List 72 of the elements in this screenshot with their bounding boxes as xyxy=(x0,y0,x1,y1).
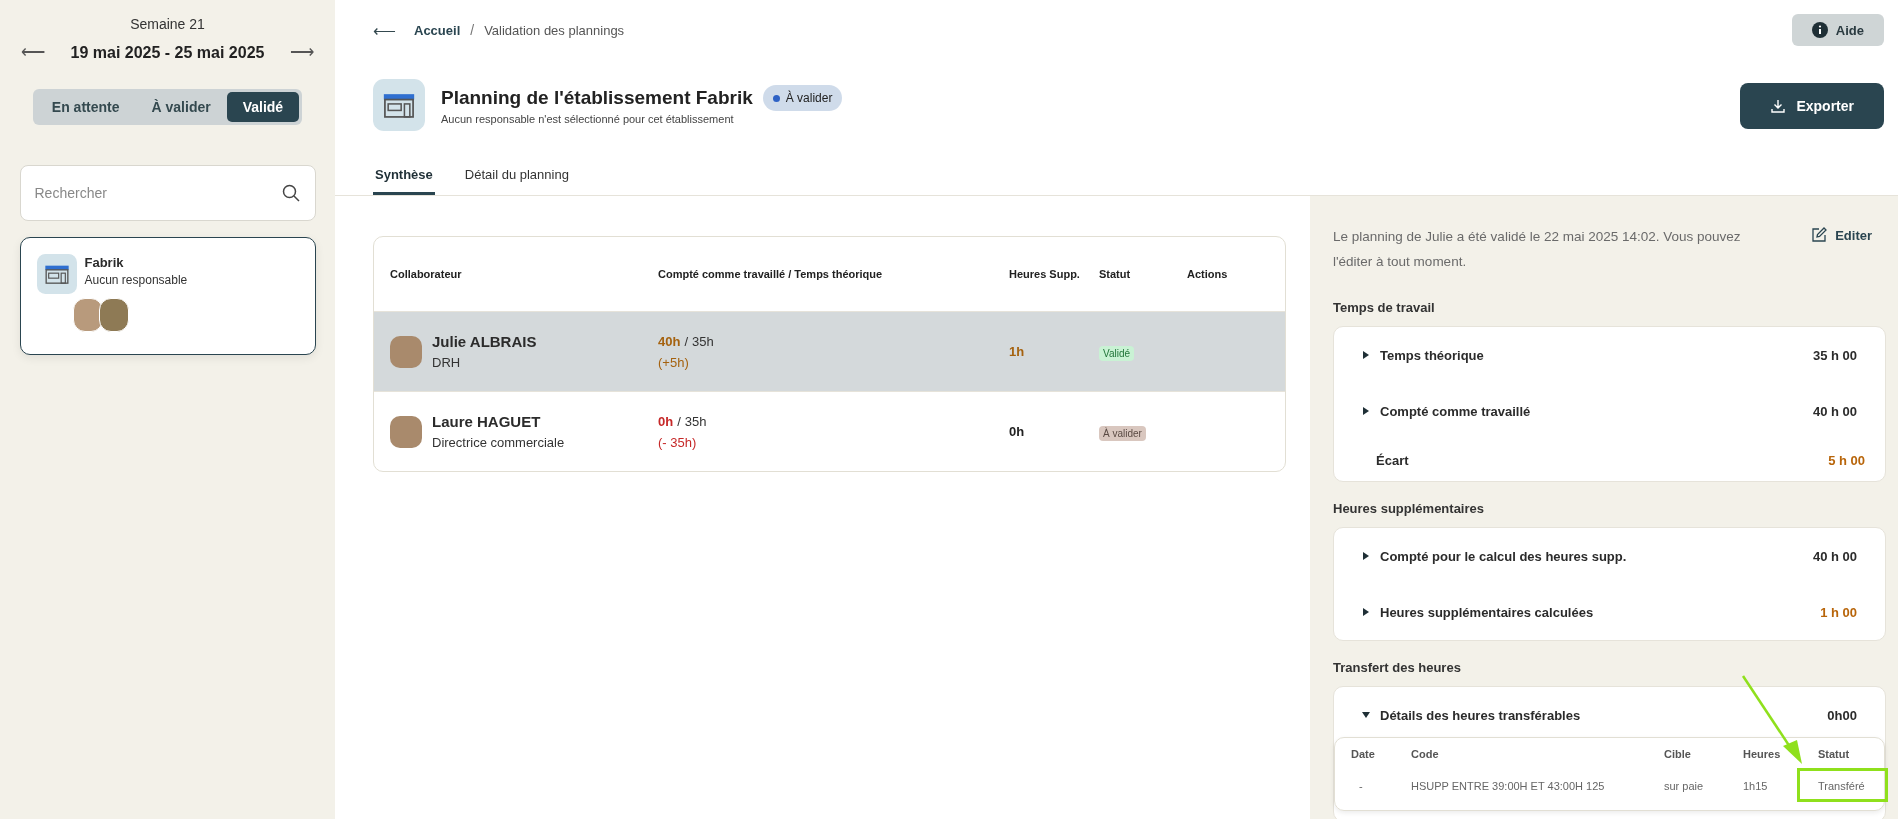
column-header: Compté comme travaillé / Temps théorique xyxy=(658,268,884,280)
employee-name: Laure HAGUET xyxy=(432,413,542,430)
breadcrumb-link[interactable]: Validation des plannings xyxy=(484,22,625,38)
hours-difference: (+5h) xyxy=(658,354,690,370)
validation-message: Le planning de Julie a été validé le 22 mai 2025 14:02. Vous pouvez l'éditer à tout moment. xyxy=(1333,228,1742,271)
summary-label: Écart xyxy=(1376,452,1409,468)
overtime-hours: 1h xyxy=(1009,344,1026,359)
summary-value: 1 h 00 xyxy=(1820,604,1857,620)
hours-difference: (- 35h) xyxy=(658,434,698,450)
worked-hours: 40h xyxy=(658,333,681,349)
table-cell-text: 1h15 xyxy=(1743,780,1769,792)
table-cell-text: HSUPP ENTRE 39:00H ET 43:00H 125 xyxy=(1411,780,1606,792)
column-header: Cible xyxy=(1664,748,1692,760)
employee-role: DRH xyxy=(432,355,462,370)
next-week-button[interactable]: ⟶ xyxy=(290,42,315,63)
breadcrumb-link[interactable]: Accueil xyxy=(414,22,461,38)
establishment-name: Fabrik xyxy=(84,255,125,270)
filter-tab[interactable]: En attente xyxy=(35,92,136,122)
previous-week-button[interactable]: ⟵ xyxy=(20,42,45,63)
summary-label: Détails des heures transférables xyxy=(1380,707,1581,723)
employee-role: Directrice commerciale xyxy=(432,435,565,450)
summary-label: Compté pour le calcul des heures supp. xyxy=(1380,548,1627,564)
establishment-manager: Aucun responsable xyxy=(84,273,188,287)
hours-separator: / xyxy=(684,333,689,349)
summary-value: 40 h 00 xyxy=(1812,548,1857,564)
table-cell-text: sur paie xyxy=(1664,780,1705,792)
hours-separator: / xyxy=(677,413,681,429)
worked-hours: 0h xyxy=(658,413,674,429)
summary-value: 35 h 00 xyxy=(1812,347,1857,363)
search-field[interactable]: Rechercher xyxy=(19,165,316,221)
page-title: Planning de l'établissement Fabrik xyxy=(441,87,753,109)
summary-value: 5 h 00 xyxy=(1828,452,1865,468)
status-badge: À valider xyxy=(762,85,843,111)
summary-value: 40 h 00 xyxy=(1812,403,1857,419)
breadcrumb-separator: / xyxy=(470,22,475,38)
column-header: Actions xyxy=(1187,268,1229,280)
tab[interactable]: Détail du planning xyxy=(462,161,571,195)
column-header: Code xyxy=(1411,748,1440,760)
theoretical-hours: 35h xyxy=(684,413,707,429)
table-row[interactable]: Laure HAGUET Directrice commerciale 0h / 35h (- 35h) 0h À valider xyxy=(374,391,1285,471)
column-header: Statut xyxy=(1099,268,1132,280)
help-button[interactable]: Aide xyxy=(1791,14,1884,46)
tab[interactable]: Synthèse xyxy=(373,161,435,195)
back-button[interactable]: ⟵ xyxy=(373,20,396,40)
theoretical-hours: 35h xyxy=(692,333,714,349)
table-cell-text: Transféré xyxy=(1818,780,1866,792)
table-cell-text: - xyxy=(1358,780,1364,792)
table-row[interactable]: Julie ALBRAIS DRH 40h / 35h (+5h) 1h Validé xyxy=(374,311,1285,391)
employee-name: Julie ALBRAIS xyxy=(432,333,537,350)
week-label: Semaine 21 xyxy=(130,16,205,32)
establishment-card[interactable]: Fabrik Aucun responsable xyxy=(19,237,316,355)
filter-tab[interactable]: Validé xyxy=(226,92,300,122)
column-header: Heures Supp. xyxy=(1009,268,1081,280)
column-header: Collaborateur xyxy=(390,268,463,280)
section-title: Heures supplémentaires xyxy=(1333,501,1485,516)
overtime-hours: 0h xyxy=(1009,424,1026,439)
column-header: Heures xyxy=(1743,748,1782,760)
column-header: Statut xyxy=(1818,748,1851,760)
filter-tab[interactable]: À valider xyxy=(135,92,227,122)
summary-label: Temps théorique xyxy=(1380,347,1484,363)
summary-value: 0h00 xyxy=(1827,707,1857,723)
summary-label: Compté comme travaillé xyxy=(1380,403,1531,419)
status-tag: Validé xyxy=(1099,345,1135,361)
page-subtitle: Aucun responsable n'est sélectionné pour cet établissement xyxy=(441,113,735,125)
column-header: Date xyxy=(1351,748,1376,760)
section-title: Temps de travail xyxy=(1333,300,1436,315)
status-tag: À valider xyxy=(1099,425,1146,441)
summary-label: Heures supplémentaires calculées xyxy=(1380,604,1594,620)
date-range: 19 mai 2025 - 25 mai 2025 xyxy=(70,43,265,62)
export-button[interactable]: Exporter xyxy=(1740,83,1884,129)
edit-button[interactable]: Editer xyxy=(1811,227,1872,243)
section-title: Transfert des heures xyxy=(1333,660,1462,675)
